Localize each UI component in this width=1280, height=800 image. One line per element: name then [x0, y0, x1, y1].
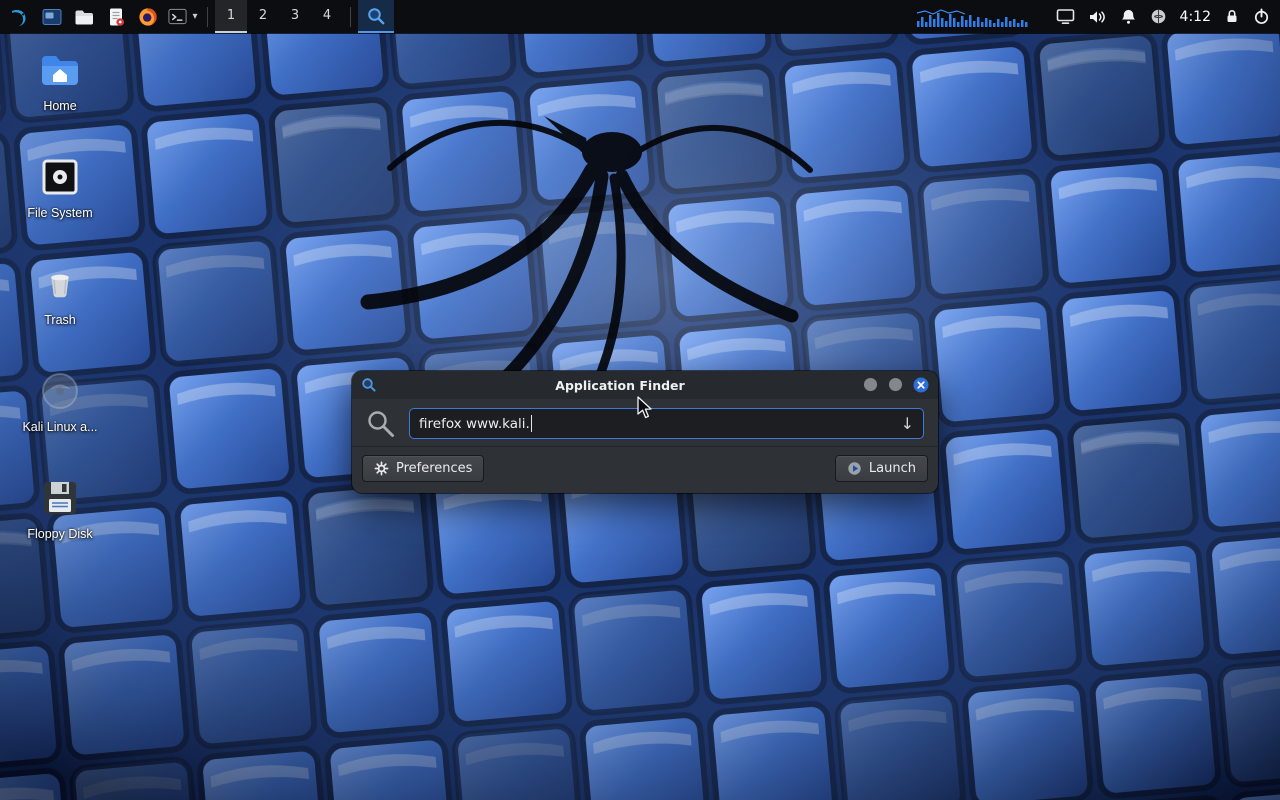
network-tray-button[interactable]	[1150, 6, 1167, 28]
close-button[interactable]	[913, 377, 929, 393]
trash-icon	[36, 260, 84, 308]
chevron-down-icon: ▾	[192, 11, 197, 22]
close-icon	[913, 377, 929, 393]
search-input[interactable]: firefox www.kali. ↓	[409, 408, 924, 439]
desktop-icon-label: Floppy Disk	[27, 527, 92, 541]
network-icon	[1150, 8, 1167, 25]
app-finder-icon	[361, 377, 377, 393]
gear-icon	[374, 461, 389, 476]
desktop-icon-kali-linux[interactable]: Kali Linux a...	[14, 367, 106, 455]
finder-button-row: Preferences Launch	[352, 446, 938, 493]
top-panel: ▾ 1 2 3 4	[0, 0, 1280, 33]
maximize-button[interactable]	[888, 377, 904, 393]
panel-separator	[350, 7, 351, 27]
minimize-icon	[863, 377, 878, 392]
desktop-icon-label: Trash	[44, 313, 76, 327]
power-icon	[1253, 8, 1270, 25]
preferences-label: Preferences	[396, 461, 472, 476]
window-controls	[863, 377, 929, 393]
volume-tray-button[interactable]	[1088, 6, 1107, 28]
lock-screen-button[interactable]	[1224, 6, 1240, 28]
audio-visualizer[interactable]	[913, 6, 1043, 28]
window-icon	[41, 6, 63, 28]
display-icon	[1056, 8, 1075, 25]
kali-disc-icon	[36, 367, 84, 415]
maximize-icon	[888, 377, 903, 392]
file-system-icon	[36, 153, 84, 201]
home-folder-icon	[36, 46, 84, 94]
search-input-value: firefox www.kali.	[419, 416, 530, 432]
launch-button[interactable]: Launch	[835, 455, 928, 482]
volume-icon	[1088, 9, 1107, 25]
terminal-dropdown[interactable]: ▾	[190, 0, 200, 33]
workspace-button-1[interactable]: 1	[215, 0, 247, 33]
document-icon	[105, 6, 127, 28]
whisker-menu-button[interactable]	[4, 0, 36, 33]
firefox-launcher[interactable]	[132, 0, 164, 33]
terminal-icon	[167, 6, 188, 27]
firefox-icon	[137, 6, 159, 28]
text-caret	[531, 415, 533, 432]
display-settings-tray-button[interactable]	[1056, 6, 1075, 28]
panel-tray: 4:12	[913, 0, 1280, 33]
desktop-icon-trash[interactable]: Trash	[14, 260, 106, 348]
workspace-switcher: 1 2 3 4	[215, 0, 343, 33]
clock[interactable]: 4:12	[1180, 9, 1211, 25]
folder-icon	[73, 6, 95, 28]
history-dropdown-icon[interactable]: ↓	[901, 416, 914, 432]
desktop-icon-column: Home File System Trash	[14, 46, 106, 562]
desktop-icon-label: Home	[43, 99, 76, 113]
lock-icon	[1224, 8, 1240, 25]
minimize-button[interactable]	[863, 377, 879, 393]
floppy-disk-icon	[36, 474, 84, 522]
power-button[interactable]	[1253, 6, 1270, 28]
launch-icon	[847, 461, 862, 476]
window-titlebar[interactable]: Application Finder	[352, 371, 938, 399]
panel-separator	[207, 7, 208, 27]
workspace-button-3[interactable]: 3	[279, 0, 311, 33]
finder-search-row: firefox www.kali. ↓	[352, 399, 938, 446]
app-finder-panel-button[interactable]	[358, 0, 394, 33]
file-manager-launcher[interactable]	[68, 0, 100, 33]
notifications-tray-button[interactable]	[1120, 6, 1137, 28]
desktop-icon-file-system[interactable]: File System	[14, 153, 106, 241]
terminal-launcher[interactable]	[164, 0, 190, 33]
panel-launchers: ▾ 1 2 3 4	[0, 0, 394, 33]
window-title: Application Finder	[383, 378, 857, 393]
desktop-icon-label: File System	[27, 206, 92, 220]
notifications-bell-icon	[1120, 8, 1137, 25]
window-manager-launcher[interactable]	[36, 0, 68, 33]
application-finder-window: Application Finder	[352, 371, 938, 493]
visualizer-bars-icon	[913, 5, 1043, 29]
workspace-button-4[interactable]: 4	[311, 0, 343, 33]
search-icon-large	[366, 409, 396, 439]
kali-logo-icon	[9, 6, 31, 28]
workspace-button-2[interactable]: 2	[247, 0, 279, 33]
search-icon	[366, 6, 386, 26]
desktop-icon-home[interactable]: Home	[14, 46, 106, 134]
launch-label: Launch	[869, 461, 916, 476]
desktop: ▾ 1 2 3 4	[0, 0, 1280, 800]
desktop-icon-label: Kali Linux a...	[22, 420, 97, 434]
text-editor-launcher[interactable]	[100, 0, 132, 33]
preferences-button[interactable]: Preferences	[362, 455, 484, 482]
desktop-icon-floppy-disk[interactable]: Floppy Disk	[14, 474, 106, 562]
